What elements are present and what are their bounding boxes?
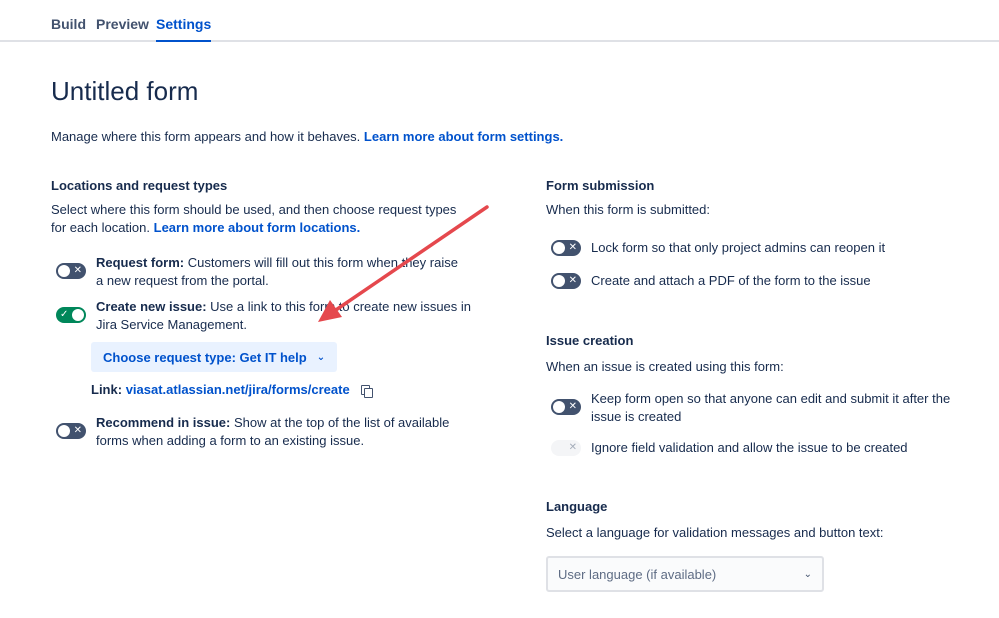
ignore-validation-option: ✕ Ignore field validation and allow the … — [551, 439, 908, 457]
keep-form-open-option: ✕ Keep form open so that anyone can edit… — [551, 390, 950, 426]
locations-section: Locations and request types Select where… — [51, 178, 471, 448]
attach-pdf-label: Create and attach a PDF of the form to t… — [591, 273, 871, 288]
toggle-knob — [553, 401, 565, 413]
request-form-line2: a new request from the portal. — [96, 273, 269, 288]
create-new-issue-text: Create new issue: Use a link to this for… — [96, 298, 471, 334]
create-new-issue-line1: Use a link to this form to create new is… — [210, 299, 472, 314]
recommend-in-issue-text: Recommend in issue: Show at the top of t… — [96, 414, 449, 450]
create-new-issue-title: Create new issue: — [96, 299, 207, 314]
ignore-validation-toggle[interactable]: ✕ — [551, 440, 581, 456]
toggle-knob — [553, 275, 565, 287]
choose-request-type-button[interactable]: Choose request type: Get IT help ⌄ — [91, 342, 338, 372]
lock-form-option: ✕ Lock form so that only project admins … — [551, 239, 885, 257]
form-submission-description: When this form is submitted: — [546, 202, 710, 217]
request-form-title: Request form: — [96, 255, 185, 270]
recommend-in-issue-line2: forms when adding a form to an existing … — [96, 433, 365, 448]
locations-heading: Locations and request types — [51, 178, 228, 193]
check-icon: ✓ — [60, 309, 69, 320]
request-form-option: ✕ Request form: Customers will fill out … — [56, 254, 458, 290]
toggle-knob — [72, 309, 84, 321]
tab-build[interactable]: Build — [51, 16, 86, 32]
recommend-in-issue-line1: Show at the top of the list of available — [234, 415, 450, 430]
language-select-value: User language (if available) — [558, 566, 717, 582]
toggle-knob — [553, 242, 565, 254]
form-link-row: Link: viasat.atlassian.net/jira/forms/cr… — [91, 382, 373, 398]
recommend-in-issue-title: Recommend in issue: — [96, 415, 231, 430]
request-type-value: Get IT help — [239, 349, 307, 365]
ignore-validation-label: Ignore field validation and allow the is… — [591, 440, 908, 455]
issue-creation-description: When an issue is created using this form… — [546, 359, 784, 374]
x-icon: ✕ — [568, 442, 577, 453]
tab-settings[interactable]: Settings — [156, 16, 212, 42]
lock-form-label: Lock form so that only project admins ca… — [591, 240, 886, 255]
locations-desc-line2: for each location. — [51, 220, 151, 235]
keep-form-open-line2: issue is created — [591, 409, 682, 424]
intro-description: Manage where this form appears and how i… — [51, 129, 361, 144]
create-new-issue-option: ✓ Create new issue: Use a link to this f… — [56, 298, 471, 334]
create-new-issue-line2: Jira Service Management. — [96, 317, 248, 332]
request-form-toggle[interactable]: ✕ — [56, 263, 86, 279]
recommend-in-issue-option: ✕ Recommend in issue: Show at the top of… — [56, 414, 449, 450]
x-icon: ✕ — [568, 242, 577, 253]
issue-creation-heading: Issue creation — [546, 333, 634, 348]
keep-form-open-toggle[interactable]: ✕ — [551, 399, 581, 415]
keep-form-open-line1: Keep form open so that anyone can edit a… — [591, 391, 951, 406]
language-heading: Language — [546, 499, 608, 514]
request-form-text: Request form: Customers will fill out th… — [96, 254, 458, 290]
locations-description: Select where this form should be used, a… — [51, 201, 471, 237]
settings-right-column: Form submission When this form is submit… — [546, 178, 966, 592]
x-icon: ✕ — [73, 425, 82, 436]
link-label: Link: — [91, 382, 123, 397]
form-create-link[interactable]: viasat.atlassian.net/jira/forms/create — [126, 382, 350, 397]
page-title: Untitled form — [51, 76, 199, 106]
attach-pdf-option: ✕ Create and attach a PDF of the form to… — [551, 272, 871, 290]
attach-pdf-toggle[interactable]: ✕ — [551, 273, 581, 289]
x-icon: ✕ — [73, 265, 82, 276]
keep-form-open-text: Keep form open so that anyone can edit a… — [591, 390, 950, 426]
tab-bar: Build Preview Settings — [0, 0, 999, 42]
intro-text: Manage where this form appears and how i… — [51, 129, 563, 144]
request-form-line1: Customers will fill out this form when t… — [187, 255, 458, 270]
recommend-in-issue-toggle[interactable]: ✕ — [56, 423, 86, 439]
toggle-knob — [58, 425, 70, 437]
chevron-down-icon: ⌄ — [316, 351, 326, 363]
locations-desc-line1: Select where this form should be used, a… — [51, 202, 457, 217]
toggle-knob — [58, 265, 70, 277]
toggle-knob — [553, 442, 565, 454]
learn-more-form-settings-link[interactable]: Learn more about form settings. — [364, 129, 563, 144]
language-select[interactable]: User language (if available) ⌄ — [546, 556, 824, 592]
tab-preview[interactable]: Preview — [96, 16, 149, 32]
language-description: Select a language for validation message… — [546, 525, 884, 540]
chevron-down-icon: ⌄ — [803, 568, 812, 580]
learn-more-form-locations-link[interactable]: Learn more about form locations. — [154, 220, 361, 235]
x-icon: ✕ — [568, 275, 577, 286]
lock-form-toggle[interactable]: ✕ — [551, 240, 581, 256]
create-new-issue-toggle[interactable]: ✓ — [56, 307, 86, 323]
form-submission-heading: Form submission — [546, 178, 655, 193]
request-type-label: Choose request type: — [103, 349, 236, 365]
x-icon: ✕ — [568, 401, 577, 412]
copy-icon[interactable] — [360, 384, 373, 398]
